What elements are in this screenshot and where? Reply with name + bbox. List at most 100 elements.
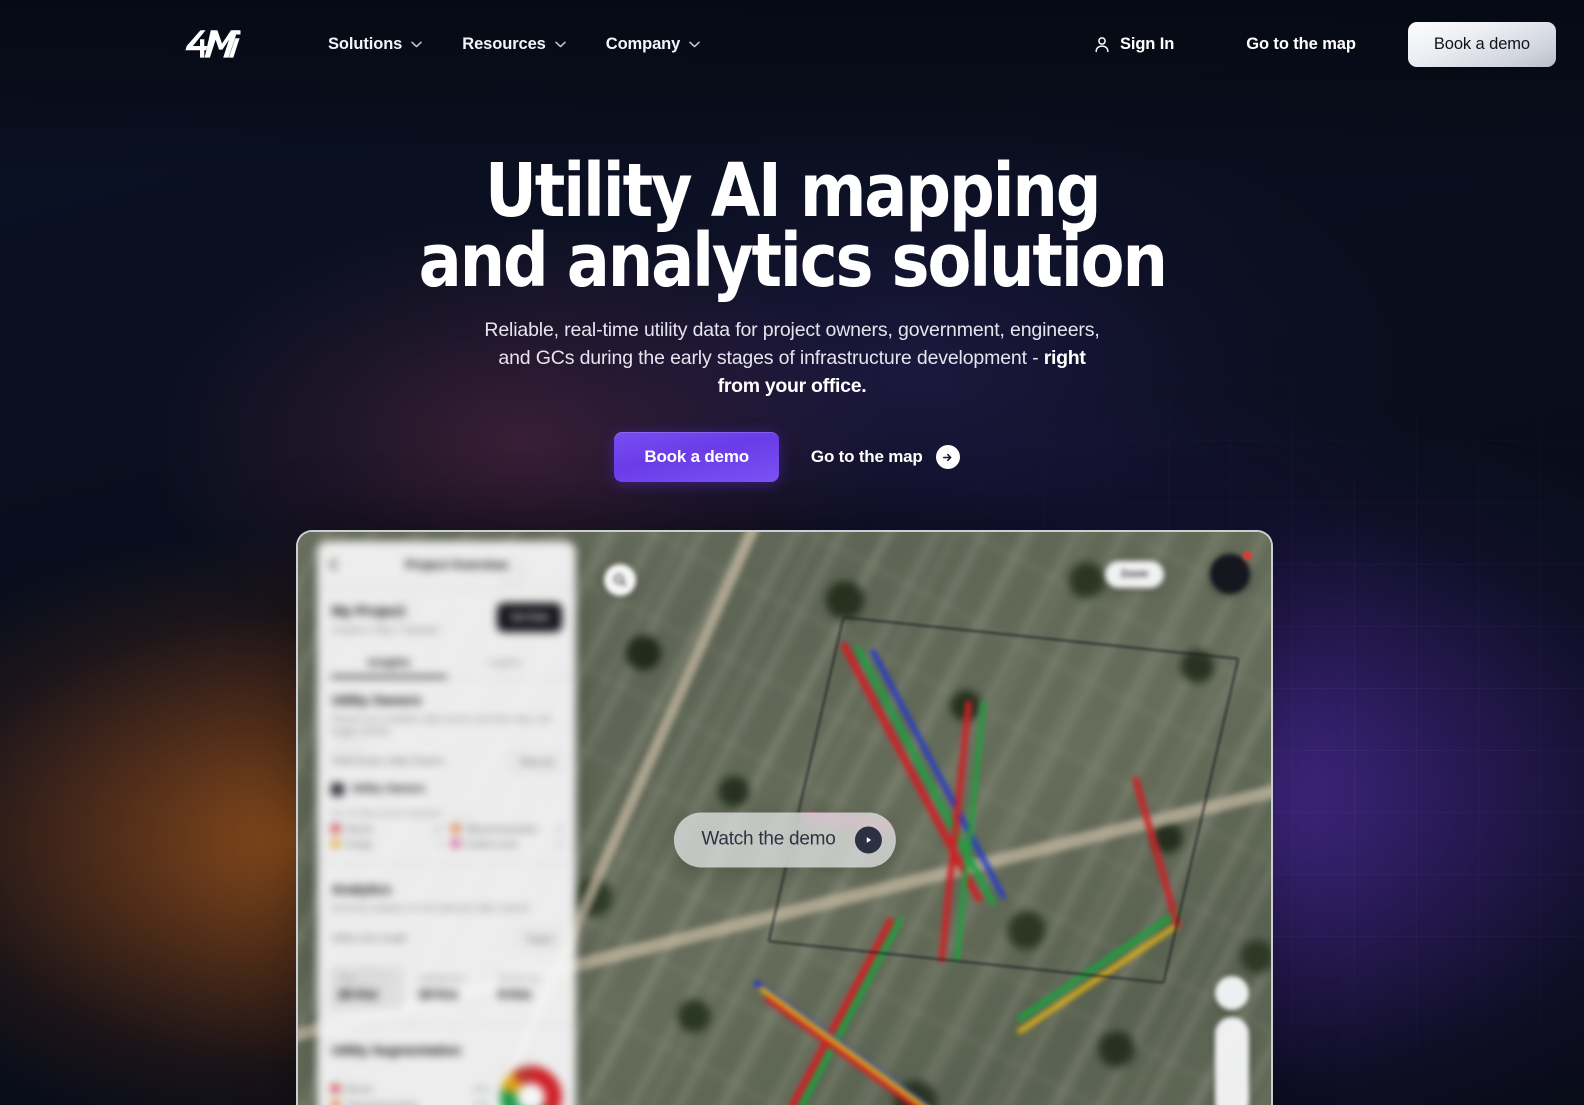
utility-owners-title: Utility Owners bbox=[331, 691, 422, 708]
panel-tabs: Insights Layers bbox=[317, 646, 577, 679]
stat-card: Total 28 Km bbox=[329, 965, 404, 1010]
utility-length-row: Utility Line Length Export bbox=[317, 920, 576, 958]
zoom-in-icon[interactable] bbox=[1215, 1017, 1249, 1051]
page-root: Solutions Resources Company Sign In Go t… bbox=[0, 0, 1584, 1105]
segmentation-donut-chart bbox=[500, 1065, 563, 1105]
4m-logo[interactable] bbox=[180, 27, 242, 61]
utility-owners-section: Utility Owners Review your available uti… bbox=[317, 679, 576, 743]
legend-label: Electric bbox=[345, 823, 374, 834]
segmentation-legend: Electric 46% Telecommunication 34% bbox=[331, 1084, 490, 1105]
legend-color-dot bbox=[331, 1084, 341, 1094]
stats-row: Total 28 Km Underground 18 Km Overground… bbox=[317, 958, 576, 1020]
stat-value: 9 Km bbox=[497, 985, 531, 1002]
legend-label: Electric bbox=[345, 1083, 374, 1094]
divider bbox=[317, 862, 577, 864]
legend-count: 12 bbox=[433, 823, 443, 834]
hero-cta-row: Book a demo Go to the map bbox=[614, 432, 969, 482]
zoom-out-icon[interactable] bbox=[1215, 1051, 1249, 1085]
legend-title-row: Utility Owners bbox=[317, 781, 576, 804]
project-name: My Project bbox=[331, 602, 405, 620]
watch-the-demo-label: Watch the demo bbox=[701, 828, 836, 850]
header-actions: Sign In Go to the map Book a demo bbox=[1078, 21, 1556, 67]
arrow-right-circle-icon bbox=[935, 445, 960, 469]
product-screenshot-mockup[interactable]: Project Overview My Project Created 2 Ma… bbox=[296, 530, 1273, 1105]
legend-label: Telecommunication bbox=[464, 823, 538, 834]
list-item[interactable]: Incident Level 3 bbox=[450, 838, 563, 849]
play-icon bbox=[854, 826, 882, 854]
stat-value: 18 Km bbox=[417, 985, 458, 1002]
utility-owners-row: Total Known Utility Owners Show all bbox=[317, 743, 576, 781]
legend-label: Energy bbox=[345, 838, 373, 849]
legend-caption: No. of utility owners detected bbox=[331, 807, 441, 818]
zoom-controls bbox=[1214, 1017, 1249, 1105]
project-overview-panel[interactable]: Project Overview My Project Created 2 Ma… bbox=[317, 540, 577, 1105]
panel-header: Project Overview bbox=[317, 541, 577, 589]
hero-go-to-map-link[interactable]: Go to the map bbox=[801, 437, 970, 477]
legend-count: 4 bbox=[438, 838, 443, 849]
project-boundary-polygon bbox=[767, 616, 1240, 984]
locate-icon[interactable] bbox=[1215, 1085, 1249, 1105]
stat-card: Underground 18 Km bbox=[410, 966, 484, 1010]
go-to-map-link[interactable]: Go to the map bbox=[1224, 25, 1378, 64]
legend-value: 34% bbox=[473, 1099, 491, 1105]
stat-label: Overground bbox=[497, 973, 541, 983]
nav-item-company[interactable]: Company bbox=[586, 25, 720, 64]
legend-value: 46% bbox=[473, 1083, 491, 1094]
hero-subtitle: Reliable, real-time utility data for pro… bbox=[482, 316, 1102, 400]
utility-length-label: Utility Line Length bbox=[331, 933, 407, 945]
project-summary: My Project Created 2 May • Updated Get D… bbox=[317, 589, 576, 646]
site-header: Solutions Resources Company Sign In Go t… bbox=[0, 0, 1584, 88]
nav-item-resources[interactable]: Resources bbox=[442, 25, 585, 64]
project-meta: Created 2 May • Updated bbox=[331, 624, 439, 636]
legend-color-dot bbox=[331, 839, 341, 849]
tab-insights[interactable]: Insights bbox=[331, 646, 446, 678]
list-item[interactable]: Energy 4 bbox=[331, 838, 443, 849]
stat-value: 28 Km bbox=[337, 985, 378, 1002]
list-item[interactable]: Electric 12 bbox=[331, 823, 443, 834]
user-icon bbox=[1095, 36, 1109, 52]
book-a-demo-button[interactable]: Book a demo bbox=[1407, 21, 1556, 67]
avatar[interactable] bbox=[1209, 553, 1250, 594]
compass-icon[interactable] bbox=[1214, 976, 1249, 1011]
list-item: Electric 46% bbox=[331, 1084, 490, 1094]
analytics-description: Summary statistics for the detected util… bbox=[331, 902, 532, 913]
stat-label: Underground bbox=[417, 973, 465, 983]
chevron-down-icon bbox=[411, 41, 423, 47]
panel-title: Project Overview bbox=[405, 556, 508, 572]
legend-color-dot bbox=[331, 1100, 341, 1105]
map-controls bbox=[1214, 976, 1249, 1105]
legend-grid: Electric 12 Telecommunication 8 Energy 4… bbox=[317, 824, 576, 859]
legend-count: 3 bbox=[557, 838, 563, 849]
hero-go-to-map-label: Go to the map bbox=[810, 447, 923, 466]
export-chip[interactable]: Export bbox=[518, 928, 563, 949]
nav-item-solutions[interactable]: Solutions bbox=[308, 25, 442, 64]
analytics-title: Analytics bbox=[331, 880, 392, 897]
nav-item-solutions-label: Solutions bbox=[328, 34, 403, 53]
segmentation-title: Utility Segmentation bbox=[331, 1041, 461, 1058]
stat-label: Total bbox=[337, 973, 355, 983]
nav-item-company-label: Company bbox=[605, 34, 681, 53]
utility-owners-description: Review your available utility owners and… bbox=[331, 713, 552, 736]
map-zoom-pill[interactable]: Zoom bbox=[1104, 561, 1164, 589]
watch-the-demo-button[interactable]: Watch the demo bbox=[673, 812, 896, 868]
list-item: Telecommunication 34% bbox=[331, 1100, 490, 1105]
get-data-button[interactable]: Get Data bbox=[497, 602, 563, 632]
chevron-down-icon bbox=[689, 41, 700, 47]
legend-count: 8 bbox=[557, 823, 563, 834]
back-arrow-icon[interactable] bbox=[329, 558, 343, 571]
segmentation-chart-row: Electric 46% Telecommunication 34% bbox=[317, 1064, 576, 1105]
list-item[interactable]: Telecommunication 8 bbox=[450, 823, 563, 834]
hero-book-demo-button[interactable]: Book a demo bbox=[614, 432, 779, 482]
utility-owners-row-label: Total Known Utility Owners bbox=[331, 756, 445, 768]
legend-title: Utility Owners bbox=[351, 783, 426, 796]
sign-in-link[interactable]: Sign In bbox=[1078, 25, 1190, 64]
show-all-chip[interactable]: Show all bbox=[510, 751, 563, 772]
notification-badge bbox=[1242, 551, 1252, 561]
search-icon bbox=[614, 574, 627, 587]
chevron-down-icon bbox=[555, 41, 566, 47]
hero-subtitle-plain: Reliable, real-time utility data for pro… bbox=[484, 319, 1100, 369]
legend-color-dot bbox=[450, 824, 460, 834]
legend-color-dot bbox=[450, 839, 460, 849]
tab-layers[interactable]: Layers bbox=[447, 646, 562, 678]
legend-label: Incident Level bbox=[464, 838, 518, 849]
